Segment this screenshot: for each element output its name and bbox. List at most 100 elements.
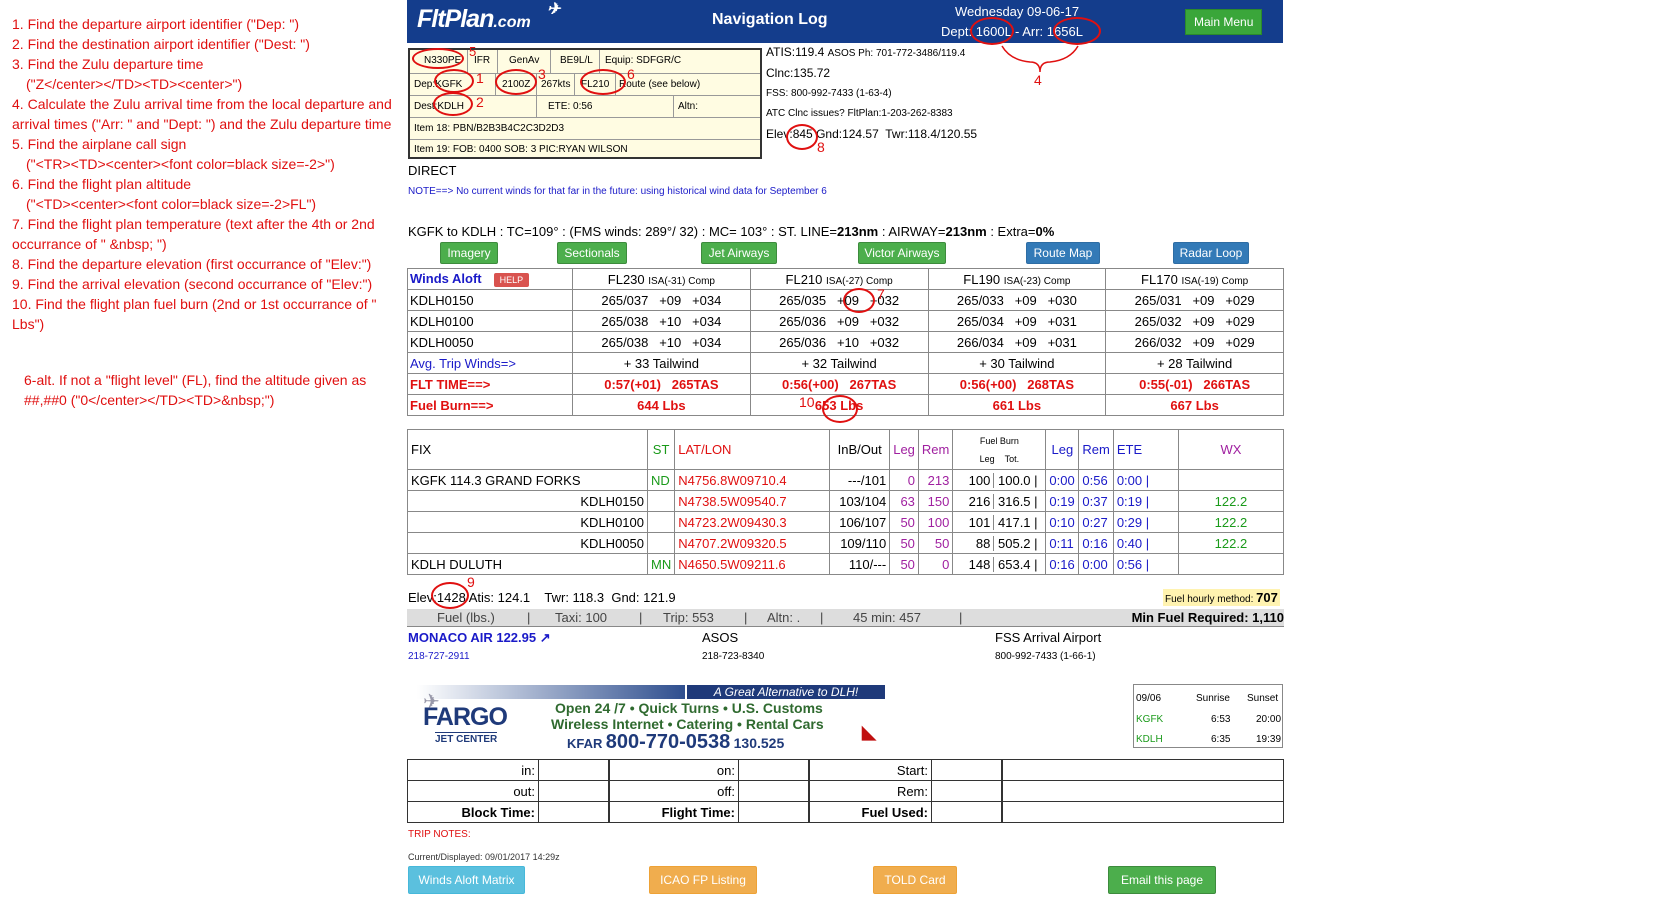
rem-header: Rem bbox=[917, 429, 954, 470]
flight-time-cell: 0:55(-01) 266TAS bbox=[1105, 373, 1284, 395]
sectionals-button[interactable]: Sectionals bbox=[557, 242, 627, 264]
block-time-field[interactable] bbox=[538, 801, 609, 823]
block-time-label: Block Time: bbox=[407, 801, 539, 823]
fix-fuel: 148 653.4 | bbox=[952, 553, 1047, 575]
notes-field[interactable] bbox=[1000, 759, 1284, 781]
instruction-1: 1. Find the departure airport identifier… bbox=[12, 16, 299, 32]
out-label: out: bbox=[407, 780, 539, 802]
time-rem-header: Rem bbox=[1078, 429, 1114, 470]
inbout-header: InB/Out bbox=[829, 429, 891, 470]
flight-time-label: Flight Time: bbox=[607, 801, 739, 823]
fuel-burn-header: Fuel Burn Leg Tot. bbox=[952, 429, 1047, 470]
flight-time-cell: 0:56(+00) 267TAS bbox=[749, 373, 929, 395]
fargo-jet-center-ad[interactable]: A Great Alternative to DLH! FARGO ✈ JET … bbox=[417, 685, 885, 753]
flight-time-field[interactable] bbox=[738, 801, 809, 823]
header-bar: FltPlan.com ✈ Navigation Log Wednesday 09… bbox=[407, 0, 1283, 43]
fix-fuel: 88 505.2 | bbox=[952, 532, 1047, 554]
out-field[interactable] bbox=[538, 780, 609, 802]
off-field[interactable] bbox=[738, 780, 809, 802]
on-field[interactable] bbox=[738, 759, 809, 781]
taxi-fuel: Taxi: 100 bbox=[555, 610, 608, 625]
instruction-8: 8. Find the departure elevation (first o… bbox=[12, 256, 372, 272]
email-page-button[interactable]: Email this page bbox=[1108, 866, 1216, 894]
sunset-time: 20:00 bbox=[1256, 714, 1282, 725]
external-link-icon: ↗ bbox=[539, 630, 551, 645]
winds-cell: 265/038 +10 +034 bbox=[572, 331, 751, 353]
fix-header: FIX bbox=[407, 429, 648, 470]
fix-name: KGFK 114.3 GRAND FORKS bbox=[407, 469, 648, 491]
victor-airways-button[interactable]: Victor Airways bbox=[858, 242, 946, 264]
start-field[interactable] bbox=[931, 759, 1002, 781]
off-label: off: bbox=[607, 780, 739, 802]
winds-cell: 265/034 +09 +031 bbox=[927, 310, 1107, 332]
ad-line-2: Wireless Internet • Catering • Rental Ca… bbox=[551, 716, 824, 732]
fbo-phone[interactable]: 218-727-2911 bbox=[408, 651, 470, 662]
winds-cell: 265/035 +09 +032 bbox=[749, 289, 929, 311]
fix-leg: 50 bbox=[889, 553, 919, 575]
annotation-label: 6 bbox=[627, 66, 635, 82]
sunrise-time: 6:35 bbox=[1211, 734, 1231, 745]
asos-label: ASOS bbox=[702, 630, 739, 645]
told-card-button[interactable]: TOLD Card bbox=[873, 866, 957, 894]
fix-latlon: N4756.8W09710.4 bbox=[674, 469, 831, 491]
equipment: Equip: SDFGR/C bbox=[605, 55, 682, 66]
fargo-sub: JET CENTER bbox=[435, 732, 498, 745]
annotation-oval bbox=[580, 69, 626, 95]
fix-state: MN bbox=[646, 553, 676, 575]
fix-time-rem: 0:16 bbox=[1078, 532, 1114, 554]
fix-ete: 0:56 | bbox=[1112, 553, 1179, 575]
level-header: FL190 ISA(-23) Comp bbox=[927, 268, 1107, 290]
fix-inbout: 106/107 bbox=[829, 511, 891, 533]
winds-aloft-link[interactable]: Winds Aloft bbox=[410, 271, 482, 286]
in-label: in: bbox=[407, 759, 539, 781]
jet-icon: ✈ bbox=[423, 691, 440, 713]
annotation-oval bbox=[970, 17, 1014, 45]
help-button[interactable]: HELP bbox=[493, 272, 530, 287]
fix-rem: 150 bbox=[917, 490, 954, 512]
fix-state: ND bbox=[646, 469, 676, 491]
flight-time-label: FLT TIME==> bbox=[407, 373, 573, 395]
fix-time-leg: 0:00 bbox=[1045, 469, 1080, 491]
fix-time-leg: 0:19 bbox=[1045, 490, 1080, 512]
trip-fuel: Trip: 553 bbox=[663, 610, 714, 625]
leg-header: Leg bbox=[889, 429, 919, 470]
winds-cell: 265/033 +09 +030 bbox=[927, 289, 1107, 311]
fltplan-logo[interactable]: FltPlan.com ✈ bbox=[417, 1, 560, 34]
imagery-button[interactable]: Imagery bbox=[440, 242, 498, 264]
fbo-link[interactable]: MONACO AIR 122.95 ↗ bbox=[408, 630, 551, 646]
annotation-oval bbox=[786, 124, 818, 150]
current-displayed: Current/Displayed: 09/01/2017 14:29z bbox=[408, 852, 560, 862]
avg-wind-cell: + 28 Tailwind bbox=[1105, 352, 1284, 374]
main-menu-button[interactable]: Main Menu bbox=[1185, 9, 1263, 35]
start-label: Start: bbox=[807, 759, 932, 781]
fix-wx: 122.2 bbox=[1177, 511, 1285, 533]
aircraft-type: BE9L/L bbox=[560, 55, 593, 66]
avg-trip-winds-label: Avg. Trip Winds=> bbox=[407, 352, 573, 374]
fuel-used-field[interactable] bbox=[931, 801, 1002, 823]
winds-aloft-matrix-button[interactable]: Winds Aloft Matrix bbox=[408, 866, 525, 894]
annotation-label: 9 bbox=[467, 574, 475, 590]
fix-ete: 0:19 | bbox=[1112, 490, 1179, 512]
winds-row: KDLH0100 265/038 +10 +034 265/036 +09 +0… bbox=[407, 310, 1284, 332]
icao-fp-listing-button[interactable]: ICAO FP Listing bbox=[649, 866, 757, 894]
fix-wx: 122.2 bbox=[1177, 532, 1285, 554]
altn-fuel: Altn: . bbox=[767, 610, 801, 625]
jet-airways-button[interactable]: Jet Airways bbox=[701, 242, 777, 264]
fix-latlon: N4738.5W09540.7 bbox=[674, 490, 831, 512]
annotation-oval bbox=[434, 69, 474, 93]
notes-field[interactable] bbox=[1000, 780, 1284, 802]
annotation-oval bbox=[412, 48, 464, 69]
annotation-label: 10 bbox=[799, 394, 815, 410]
fuel-hourly-method: Fuel hourly method: 707 bbox=[1163, 589, 1280, 606]
fix-name: KDLH0100 bbox=[407, 511, 648, 533]
notes-field[interactable] bbox=[1000, 801, 1284, 823]
fix-state bbox=[646, 511, 676, 533]
ete-header: ETE bbox=[1112, 429, 1179, 470]
radar-loop-button[interactable]: Radar Loop bbox=[1173, 242, 1249, 264]
route-map-button[interactable]: Route Map bbox=[1026, 242, 1100, 264]
instruction-9: 9. Find the arrival elevation (second oc… bbox=[12, 276, 373, 292]
rem-field[interactable] bbox=[931, 780, 1002, 802]
in-field[interactable] bbox=[538, 759, 609, 781]
fix-name: KDLH0050 bbox=[407, 532, 648, 554]
fix-latlon: N4723.2W09430.3 bbox=[674, 511, 831, 533]
